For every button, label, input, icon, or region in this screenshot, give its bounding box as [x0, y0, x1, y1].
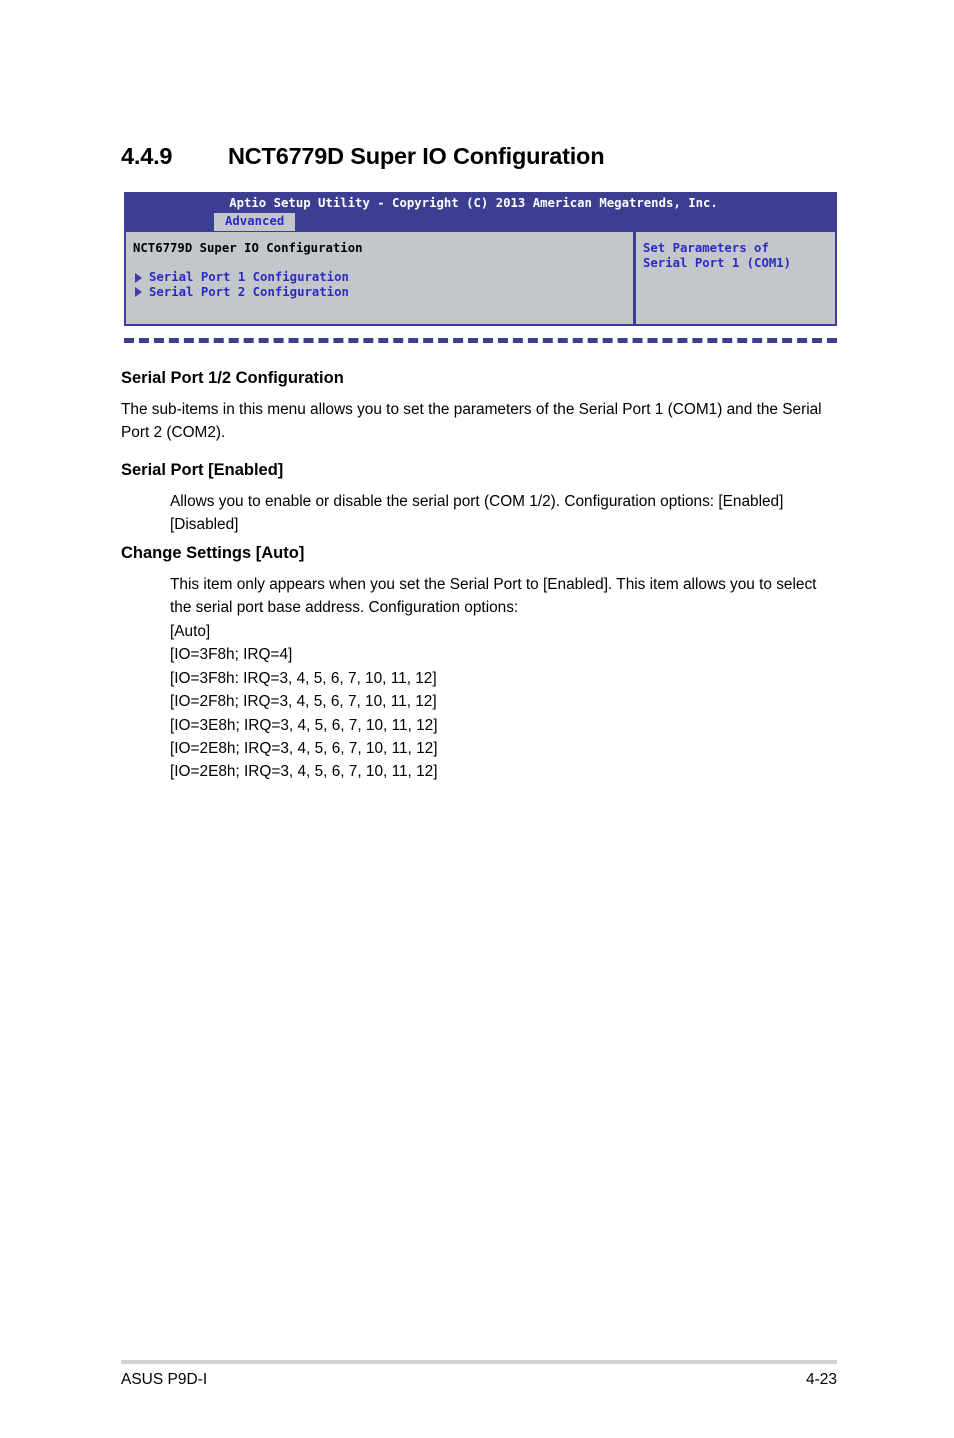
- option-item: [IO=2E8h; IRQ=3, 4, 5, 6, 7, 10, 11, 12]: [170, 740, 438, 758]
- tab-advanced[interactable]: Advanced: [214, 213, 296, 231]
- paragraph-serial-port-12-configuration: The sub-items in this menu allows you to…: [121, 401, 822, 442]
- heading-serial-port-enabled: Serial Port [Enabled]: [121, 461, 284, 479]
- triangle-right-icon: [135, 287, 142, 298]
- option-item: [IO=3E8h; IRQ=3, 4, 5, 6, 7, 10, 11, 12]: [170, 716, 438, 734]
- section-number: 4.4.9: [121, 143, 173, 169]
- section-title: NCT6779D Super IO Configuration: [228, 143, 605, 169]
- menu-item-label: Serial Port 2 Configuration: [149, 284, 349, 299]
- paragraph-change-settings-auto: This item only appears when you set the …: [170, 576, 817, 617]
- bios-titlebar: Aptio Setup Utility - Copyright (C) 2013…: [124, 192, 837, 232]
- change-settings-options-list: [Auto] [IO=3F8h; IRQ=4] [IO=3F8h: IRQ=3,…: [170, 620, 838, 784]
- page-title: 4.4.9 NCT6779D Super IO Configuration: [121, 143, 605, 170]
- bios-main-pane: NCT6779D Super IO Configuration Serial P…: [126, 232, 633, 324]
- document-page: 4.4.9 NCT6779D Super IO Configuration Apt…: [0, 0, 954, 1438]
- bios-body: NCT6779D Super IO Configuration Serial P…: [124, 232, 837, 326]
- heading-change-settings-auto: Change Settings [Auto]: [121, 544, 305, 562]
- option-item: [IO=2E8h; IRQ=3, 4, 5, 6, 7, 10, 11, 12]: [170, 763, 438, 781]
- figure-dashed-separator: [124, 338, 837, 343]
- bios-copyright-text: Aptio Setup Utility - Copyright (C) 2013…: [229, 196, 718, 210]
- bios-screen-heading: NCT6779D Super IO Configuration: [133, 241, 363, 255]
- triangle-right-icon: [135, 272, 142, 283]
- footer-divider: [121, 1360, 837, 1364]
- paragraph-serial-port-enabled: Allows you to enable or disable the seri…: [170, 493, 784, 534]
- bios-menu-list: Serial Port 1 Configuration Serial Port …: [133, 270, 633, 299]
- menu-item-serial-port-1[interactable]: Serial Port 1 Configuration: [133, 270, 633, 285]
- option-item: [IO=2F8h; IRQ=3, 4, 5, 6, 7, 10, 11, 12]: [170, 693, 437, 711]
- menu-item-label: Serial Port 1 Configuration: [149, 270, 349, 285]
- footer-page-number: 4-23: [805, 1371, 837, 1388]
- menu-item-serial-port-2[interactable]: Serial Port 2 Configuration: [133, 285, 633, 300]
- bios-help-pane: Set Parameters of Serial Port 1 (COM1): [636, 232, 835, 324]
- help-text-line-1: Set Parameters of: [643, 241, 769, 255]
- option-item: [IO=3F8h; IRQ=4]: [170, 646, 293, 664]
- option-item: [Auto]: [170, 623, 211, 640]
- bios-screenshot-figure: Aptio Setup Utility - Copyright (C) 2013…: [124, 192, 837, 326]
- heading-serial-port-12-configuration: Serial Port 1/2 Configuration: [121, 369, 344, 387]
- help-text-line-2: Serial Port 1 (COM1): [643, 255, 792, 270]
- option-item: [IO=3F8h: IRQ=3, 4, 5, 6, 7, 10, 11, 12]: [170, 669, 437, 687]
